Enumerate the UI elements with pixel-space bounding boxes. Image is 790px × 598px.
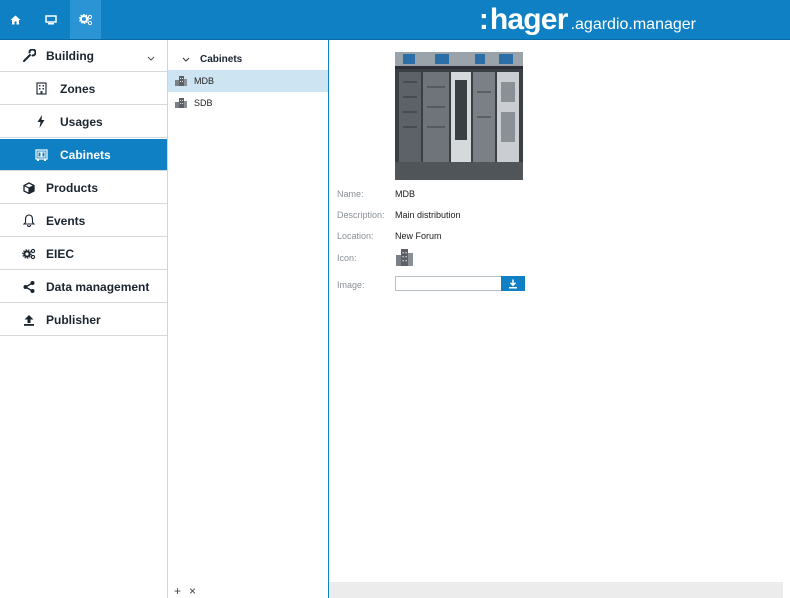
tree-footer: + × bbox=[174, 584, 196, 598]
lightning-icon bbox=[34, 115, 48, 129]
name-label: Name: bbox=[337, 189, 364, 199]
buildings-icon bbox=[174, 74, 188, 88]
sidebar-item-eiec[interactable]: EIEC bbox=[0, 238, 167, 270]
sidebar-item-products[interactable]: Products bbox=[0, 172, 167, 204]
box-icon bbox=[22, 181, 36, 195]
monitor-icon bbox=[44, 14, 57, 24]
chevron-down-icon bbox=[147, 50, 155, 64]
cabinet-icon-preview[interactable] bbox=[395, 247, 415, 267]
add-button[interactable]: + bbox=[174, 584, 181, 598]
sidebar-item-label: Products bbox=[46, 180, 99, 195]
location-label: Location: bbox=[337, 231, 374, 241]
brand-name: hager bbox=[489, 3, 569, 36]
sidebar-item-label: EIEC bbox=[46, 246, 75, 261]
location-value: New Forum bbox=[395, 231, 442, 241]
name-value: MDB bbox=[395, 189, 415, 199]
image-label: Image: bbox=[337, 280, 365, 290]
cabinet-icon bbox=[34, 148, 48, 162]
sidebar-item-label: Data management bbox=[46, 279, 150, 294]
sidebar-item-usages[interactable]: Usages bbox=[0, 106, 167, 138]
tree-row-sdb[interactable]: SDB bbox=[168, 92, 328, 114]
buildings-icon bbox=[174, 96, 188, 110]
tree-row-mdb[interactable]: MDB bbox=[168, 70, 328, 92]
sidebar-item-data-management[interactable]: Data management bbox=[0, 271, 167, 303]
gears-icon bbox=[22, 247, 36, 261]
home-button[interactable] bbox=[0, 0, 31, 39]
sidebar-item-building[interactable]: Building bbox=[0, 40, 167, 72]
chevron-down-icon bbox=[182, 54, 190, 65]
cabinet-tree-panel: Cabinets MDB SDB + × bbox=[168, 40, 329, 598]
brand-product: .agardio.manager bbox=[570, 16, 696, 33]
settings-gears-icon bbox=[78, 13, 92, 25]
monitor-button[interactable] bbox=[35, 0, 66, 39]
top-bar: : hager .agardio.manager bbox=[0, 0, 790, 40]
sidebar-item-publisher[interactable]: Publisher bbox=[0, 304, 167, 336]
sidebar-item-label: Cabinets bbox=[60, 147, 111, 162]
sidebar-item-label: Usages bbox=[60, 114, 103, 129]
tree-title: Cabinets bbox=[200, 53, 243, 65]
tree-row-label: SDB bbox=[194, 98, 213, 108]
image-upload-button[interactable] bbox=[501, 276, 525, 291]
brand-logo: : hager .agardio.manager bbox=[479, 3, 696, 37]
sidebar-item-label: Events bbox=[46, 213, 86, 228]
home-icon bbox=[10, 15, 21, 24]
sidebar-item-zones[interactable]: Zones bbox=[0, 73, 167, 105]
description-value: Main distribution bbox=[395, 210, 461, 220]
brand-colon: : bbox=[478, 3, 489, 36]
detail-footer-bar bbox=[329, 582, 783, 598]
bell-icon bbox=[22, 214, 36, 228]
sidebar-item-cabinets[interactable]: Cabinets bbox=[0, 139, 167, 171]
sidebar-item-label: Zones bbox=[60, 81, 96, 96]
download-icon bbox=[509, 279, 517, 288]
building-icon bbox=[34, 82, 48, 96]
settings-button[interactable] bbox=[70, 0, 101, 39]
upload-icon bbox=[22, 313, 36, 327]
tree-header[interactable]: Cabinets bbox=[180, 48, 313, 72]
description-label: Description: bbox=[337, 210, 385, 220]
cabinet-detail-panel: Name: MDB Description: Main distribution… bbox=[329, 40, 790, 598]
wrench-icon bbox=[22, 49, 36, 63]
sidebar-item-label: Publisher bbox=[46, 312, 101, 327]
icon-label: Icon: bbox=[337, 253, 357, 263]
sidebar: Building Zones Usages Cabinets Products … bbox=[0, 40, 168, 598]
tree-row-label: MDB bbox=[194, 76, 214, 86]
share-icon bbox=[22, 280, 36, 294]
sidebar-item-events[interactable]: Events bbox=[0, 205, 167, 237]
sidebar-item-label: Building bbox=[46, 48, 94, 63]
remove-button[interactable]: × bbox=[189, 584, 196, 598]
cabinet-photo bbox=[395, 52, 523, 180]
image-path-input[interactable] bbox=[395, 276, 503, 291]
